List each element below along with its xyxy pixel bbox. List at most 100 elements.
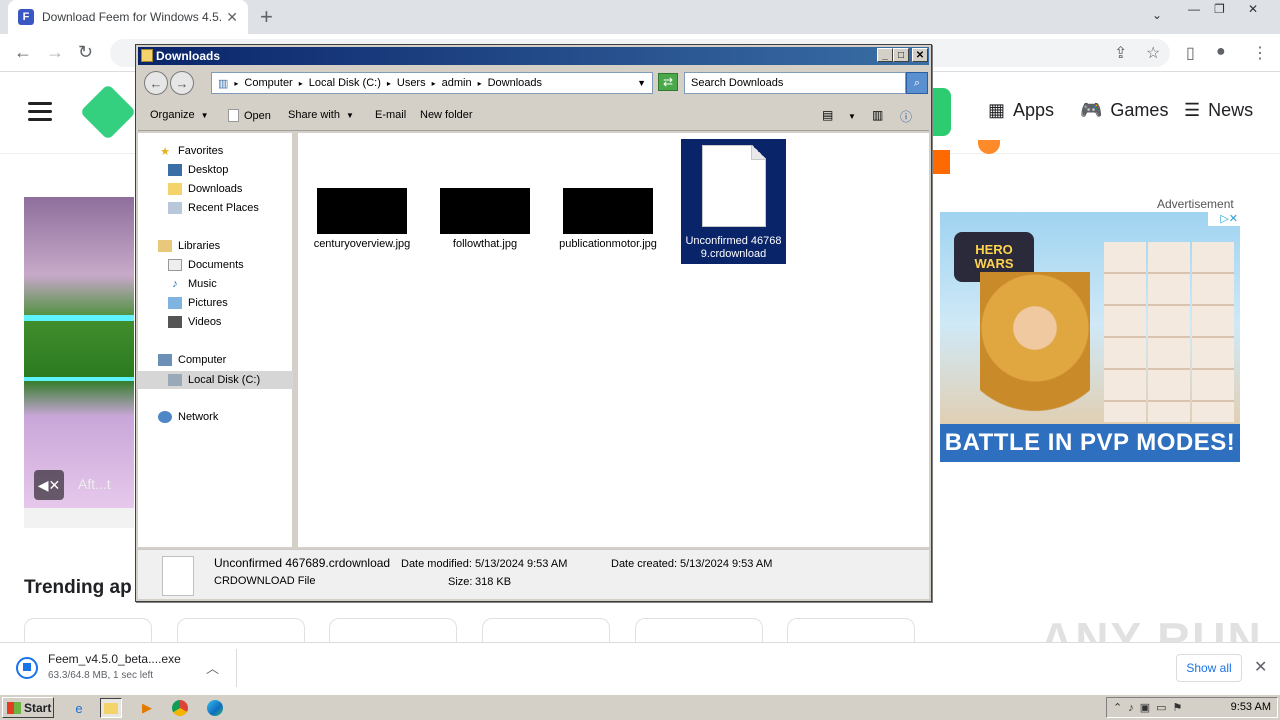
breadcrumb-item[interactable]: Computer [244,77,292,89]
explorer-taskbar-icon[interactable] [100,698,122,718]
divider [236,649,237,687]
nav-label: Libraries [178,240,221,252]
bookmark-star-icon[interactable]: ☆ [1146,43,1160,63]
close-button[interactable]: ✕ [912,48,928,62]
restore-button[interactable]: ❐ [1214,2,1225,16]
details-pane: Unconfirmed 467689.crdownload CRDOWNLOAD… [138,549,929,599]
date-modified-label: Date modified: [401,558,472,570]
apps-icon: ▦ [988,100,1006,120]
file-name: followthat.jpg [452,238,518,250]
close-icon[interactable]: ✕ [1254,657,1267,677]
windows-taskbar: Start e ▶ ⌃♪▣▭⚑ 9:53 AM [0,694,1280,720]
size-value: 318 KB [475,576,512,588]
share-with-button[interactable]: Share with ▼ [288,109,354,121]
minimize-button[interactable]: — [1188,2,1200,16]
hamburger-menu-icon[interactable] [28,102,52,126]
show-all-button[interactable]: Show all [1176,654,1242,682]
window-title: Downloads [156,49,221,63]
close-window-button[interactable]: ✕ [1248,2,1258,16]
nav-downloads[interactable]: Downloads [168,183,242,195]
organize-label: Organize [150,109,195,121]
view-icon[interactable]: ▤ [822,108,833,122]
chevron-down-icon[interactable]: ▼ [637,78,646,88]
nav-computer[interactable]: Computer [158,354,226,366]
explorer-titlebar[interactable]: Downloads [138,47,929,65]
edge-icon[interactable] [204,698,226,718]
search-icon[interactable]: ⌕ [906,72,928,94]
breadcrumb-item[interactable]: Downloads [488,77,542,89]
share-with-label: Share with [288,109,340,121]
nav-label: Favorites [178,145,224,157]
preview-pane-icon[interactable]: ▥ [872,108,883,122]
breadcrumb[interactable]: ▥ ▸ Computer ▸ Local Disk (C:) ▸ Users ▸… [211,72,653,94]
nav-favorites[interactable]: ★ Favorites [158,145,224,158]
start-button[interactable]: Start [2,697,54,718]
back-icon[interactable]: ← [14,42,32,63]
nav-news-label: News [1208,100,1254,120]
chevron-down-icon: ▼ [345,110,354,120]
breadcrumb-item[interactable]: Local Disk (C:) [309,77,381,89]
tray-icons[interactable]: ⌃♪▣▭⚑ [1113,701,1188,714]
maximize-button[interactable]: □ [893,48,909,62]
email-button[interactable]: E-mail [375,109,406,121]
nav-documents[interactable]: Documents [168,259,244,271]
side-panel-icon[interactable]: ▯ [1186,43,1195,63]
nav-apps[interactable]: ▦ Apps [988,100,1054,121]
organize-button[interactable]: Organize ▼ [150,109,209,121]
new-tab-button[interactable]: + [260,4,273,30]
reload-icon[interactable]: ↻ [78,42,93,63]
chevron-down-icon[interactable]: ▼ [848,112,856,121]
command-bar: Organize ▼ Open Share with ▼ E-mail New fo… [138,101,929,131]
date-created-value: 5/13/2024 9:53 AM [680,558,773,570]
browser-tab[interactable]: F Download Feem for Windows 4.5.0 ✕ [8,0,248,34]
share-icon[interactable]: ⇪ [1114,43,1127,63]
video-ad[interactable] [24,197,134,510]
nav-label: Network [178,411,219,423]
chrome-icon[interactable] [169,698,191,718]
trending-heading: Trending ap [24,577,132,598]
file-item[interactable]: centuryoverview.jpg [312,188,412,251]
nav-videos[interactable]: Videos [168,316,221,328]
tab-search-icon[interactable]: ⌄ [1152,8,1162,22]
nav-desktop[interactable]: Desktop [168,164,228,176]
ad-choices-icon[interactable]: ▷✕ [1208,212,1240,226]
file-item[interactable]: publicationmotor.jpg [558,188,658,251]
pictures-icon [168,297,182,309]
mute-icon[interactable]: ◀✕ [34,470,64,500]
download-file-name[interactable]: Feem_v4.5.0_beta....exe [48,652,181,666]
nav-news[interactable]: ☰ News [1184,100,1253,121]
nav-apps-label: Apps [1013,100,1055,120]
clock[interactable]: 9:53 AM [1231,701,1271,713]
file-item[interactable]: followthat.jpg [435,188,535,251]
nav-games[interactable]: 🎮 Games [1080,100,1168,121]
chevron-up-icon[interactable]: ︿ [206,658,219,677]
new-folder-button[interactable]: New folder [420,109,473,121]
help-icon[interactable]: ⓘ [900,108,912,125]
file-item-selected[interactable]: Unconfirmed 467689.crdownload [681,139,786,264]
search-input[interactable]: Search Downloads [684,72,906,94]
media-player-icon[interactable]: ▶ [136,698,158,718]
nav-libraries[interactable]: Libraries [158,240,220,252]
breadcrumb-item[interactable]: Users [397,77,426,89]
nav-recent-places[interactable]: Recent Places [168,202,259,214]
open-button[interactable]: Open [228,109,271,122]
internet-explorer-icon[interactable]: e [68,698,90,718]
nav-local-disk[interactable]: Local Disk (C:) [138,371,293,389]
hero-wars-ad[interactable]: ▷✕ HERO WARS BATTLE IN PVP MODES! [940,212,1240,462]
nav-music[interactable]: ♪ Music [168,278,216,290]
site-logo[interactable] [79,83,137,141]
nav-pictures[interactable]: Pictures [168,297,228,309]
forward-icon[interactable]: → [170,71,194,95]
nav-network[interactable]: Network [158,411,218,423]
menu-dots-icon[interactable]: ⋮ [1252,43,1268,63]
back-icon[interactable]: ← [144,71,168,95]
chevron-right-icon: ▸ [431,78,436,88]
nav-label: Local Disk (C:) [188,374,261,386]
chevron-down-icon: ▼ [200,110,209,120]
breadcrumb-item[interactable]: admin [442,77,472,89]
minimize-button[interactable]: _ [877,48,893,62]
forward-icon[interactable]: → [46,42,64,63]
tab-close-icon[interactable]: ✕ [226,9,238,26]
profile-icon[interactable]: ● [1216,43,1226,61]
refresh-icon[interactable]: ⇄ [658,73,678,91]
